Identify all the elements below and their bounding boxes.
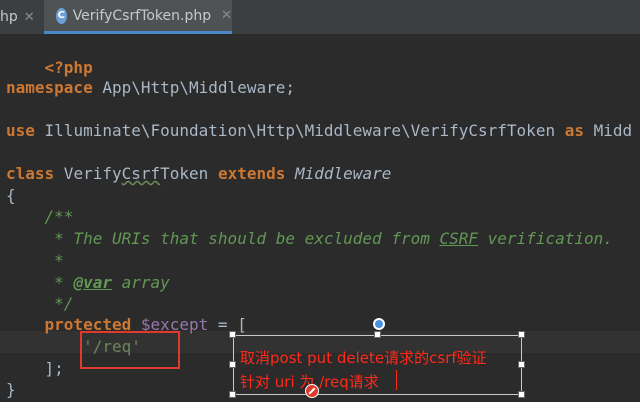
delete-annotation-icon[interactable] xyxy=(305,384,319,398)
resize-handle[interactable] xyxy=(229,391,236,398)
code-line-use: use Illuminate\Foundation\Http\Middlewar… xyxy=(6,120,632,142)
alias-name: Midd xyxy=(583,121,633,140)
close-icon[interactable]: ✕ xyxy=(24,10,35,25)
code-line-doc-blank: * xyxy=(6,250,64,272)
class-name-part: Verify xyxy=(54,164,122,183)
docblock-type: array xyxy=(111,273,170,292)
docblock-blank: * xyxy=(6,251,64,270)
docblock-close: */ xyxy=(6,294,74,313)
resize-handle[interactable] xyxy=(518,361,525,368)
docblock-csrf: CSRF xyxy=(439,229,479,248)
code-line-brace-open: { xyxy=(6,185,16,207)
docblock-text: * The URIs that should be excluded from xyxy=(6,229,440,248)
code-line-doc-var: * @var array xyxy=(6,272,170,294)
tab-previous-label: hp xyxy=(0,9,18,25)
tab-verifycsrftoken[interactable]: C VerifyCsrfToken.php ✕ xyxy=(44,0,232,34)
highlight-box xyxy=(80,331,180,369)
class-name-part: Token xyxy=(160,164,218,183)
docblock-text: verification. xyxy=(478,229,613,248)
resize-handle[interactable] xyxy=(518,391,525,398)
use-keyword: use xyxy=(6,121,35,140)
resize-handle[interactable] xyxy=(374,331,381,338)
tab-previous-file[interactable]: hp ✕ xyxy=(0,0,44,34)
array-close: ]; xyxy=(6,359,64,378)
docblock-prefix: * xyxy=(6,273,74,292)
code-line-brace-close: } xyxy=(6,379,16,401)
text-cursor xyxy=(396,370,397,390)
code-line-class: class VerifyCsrfToken extends Middleware xyxy=(6,163,391,185)
editor-tab-bar: hp ✕ C VerifyCsrfToken.php ✕ xyxy=(0,0,640,35)
close-icon[interactable]: ✕ xyxy=(221,8,232,23)
code-line-php-open: <?php xyxy=(6,35,93,77)
docblock-open: /** xyxy=(6,207,74,226)
brace-close: } xyxy=(6,380,16,399)
brace-open: { xyxy=(6,186,16,205)
use-path: Illuminate\Foundation\Http\Middleware\Ve… xyxy=(34,121,565,140)
array-open: = [ xyxy=(208,315,247,334)
rotate-handle-icon[interactable] xyxy=(373,318,385,330)
as-keyword: as xyxy=(564,121,584,140)
docblock-var-tag: @var xyxy=(73,273,112,292)
class-name-typo-part: Csrf xyxy=(121,164,161,183)
code-line-array-close: ]; xyxy=(6,358,64,380)
resize-handle[interactable] xyxy=(229,361,236,368)
extends-keyword: extends xyxy=(217,164,286,183)
tab-active-label: VerifyCsrfToken.php xyxy=(72,7,212,24)
parent-class-name: Middleware xyxy=(285,164,392,183)
namespace-keyword: namespace xyxy=(6,78,93,97)
code-line-doc-desc: * The URIs that should be excluded from … xyxy=(6,228,613,250)
class-keyword: class xyxy=(6,164,55,183)
code-line-doc-open: /** xyxy=(6,206,74,228)
resize-handle[interactable] xyxy=(229,331,236,338)
namespace-name: App\Http\Middleware; xyxy=(92,78,295,97)
annotation-line-1: 取消post put delete请求的csrf验证 xyxy=(240,349,487,367)
code-line-doc-close: */ xyxy=(6,293,73,315)
php-file-icon: C xyxy=(56,7,67,24)
code-line-namespace: namespace App\Http\Middleware; xyxy=(6,77,295,99)
resize-handle[interactable] xyxy=(518,331,525,338)
php-open-tag: <?php xyxy=(44,58,93,77)
